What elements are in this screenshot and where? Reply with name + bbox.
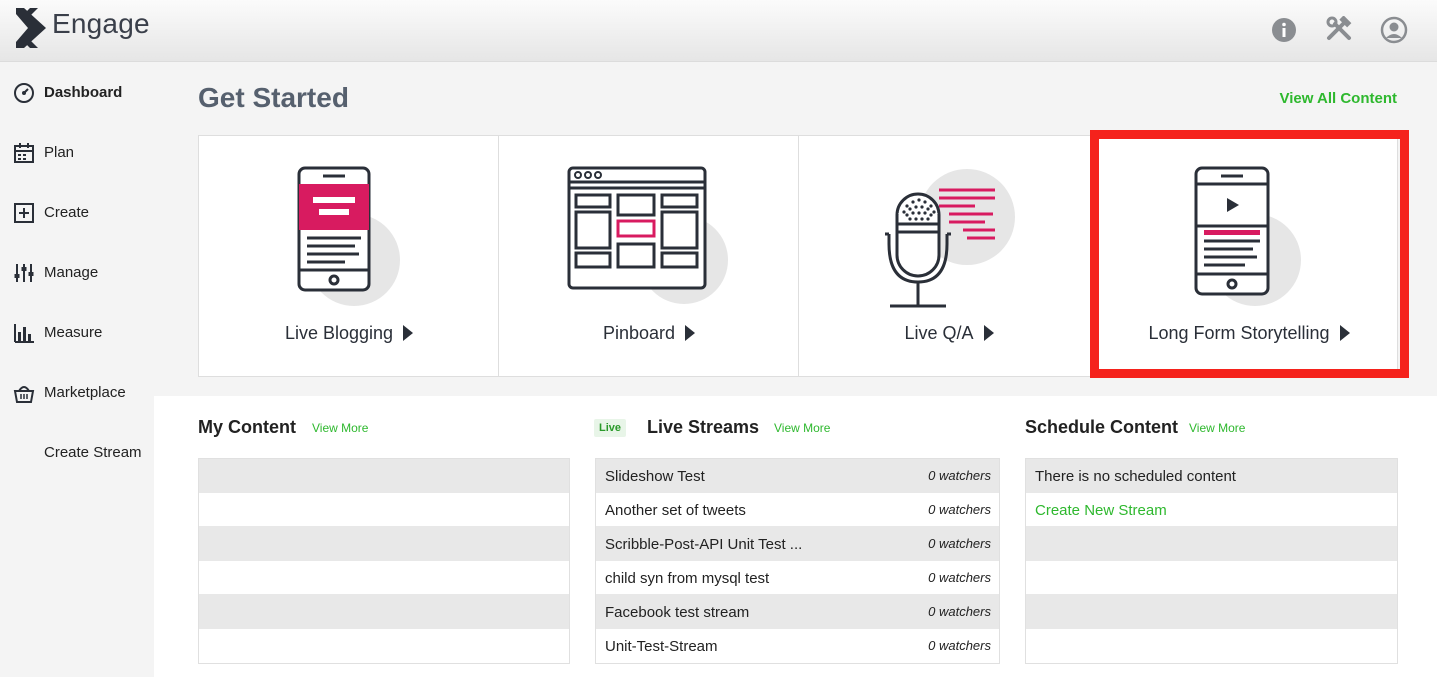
phone-video-illustration	[1194, 166, 1301, 306]
stream-title[interactable]: Facebook test stream	[605, 604, 749, 621]
card-pinboard[interactable]: Pinboard	[499, 136, 799, 376]
sidebar-item-label: Plan	[44, 144, 75, 161]
sidebar-item-label: Marketplace	[44, 384, 126, 401]
stream-title[interactable]: Scribble-Post-API Unit Test ...	[605, 536, 802, 553]
list-item[interactable]: Slideshow Test 0 watchers	[596, 459, 999, 493]
sidebar-item-measure[interactable]: Measure	[0, 312, 154, 352]
schedule-view-more-link[interactable]: View More	[1189, 421, 1245, 435]
list-item[interactable]: Scribble-Post-API Unit Test ... 0 watcher…	[596, 527, 999, 561]
list-item: There is no scheduled content	[1026, 459, 1397, 493]
plus-square-icon	[14, 203, 34, 223]
list-item[interactable]: Another set of tweets 0 watchers	[596, 493, 999, 527]
sidebar-item-manage[interactable]: Manage	[0, 252, 154, 292]
card-live-blogging[interactable]: Live Blogging	[199, 136, 499, 376]
top-icon-group	[1268, 14, 1409, 45]
sidebar-item-label: Measure	[44, 324, 103, 341]
card-label: Pinboard	[499, 323, 799, 344]
play-arrow-icon	[685, 325, 696, 341]
list-item[interactable]: Unit-Test-Stream 0 watchers	[596, 629, 999, 663]
view-all-content-link[interactable]: View All Content	[1279, 90, 1397, 107]
sidebar-item-create-stream[interactable]: Create Stream	[0, 432, 154, 472]
list-item[interactable]: child syn from mysql test 0 watchers	[596, 561, 999, 595]
tools-icon[interactable]	[1323, 14, 1354, 45]
list-item	[1026, 629, 1397, 663]
page-title: Get Started	[198, 82, 349, 113]
list-item	[1026, 595, 1397, 629]
engage-logo-icon[interactable]	[16, 8, 46, 48]
play-arrow-icon	[403, 325, 414, 341]
sidebar-item-label: Dashboard	[44, 84, 123, 101]
sidebar-item-plan[interactable]: Plan	[0, 132, 154, 172]
create-new-stream-link[interactable]: Create New Stream	[1035, 502, 1167, 519]
list-item[interactable]: Facebook test stream 0 watchers	[596, 595, 999, 629]
card-label: Live Q/A	[799, 323, 1099, 344]
sidebar: Dashboard Plan Create Manage Measure Mar…	[0, 62, 154, 677]
microphone-illustration	[885, 169, 1015, 308]
list-item	[199, 493, 569, 527]
stream-title[interactable]: Another set of tweets	[605, 502, 746, 519]
calendar-icon	[14, 143, 34, 163]
info-icon[interactable]	[1268, 14, 1299, 45]
live-streams-list: Slideshow Test 0 watchers Another set of …	[595, 458, 1000, 664]
card-label: Long Form Storytelling	[1099, 323, 1399, 344]
card-live-qa[interactable]: Live Q/A	[799, 136, 1099, 376]
schedule-content-title: Schedule Content	[1025, 417, 1179, 437]
card-label: Live Blogging	[199, 323, 499, 344]
phone-blog-illustration	[297, 166, 400, 306]
card-label-text: Live Q/A	[904, 323, 974, 343]
sidebar-item-create[interactable]: Create	[0, 192, 154, 232]
play-arrow-icon	[983, 325, 994, 341]
get-started-cards: Live Blogging Pinboard Live Q/A Long For…	[198, 135, 1398, 377]
card-label-text: Long Form Storytelling	[1148, 323, 1330, 343]
dashboard-icon	[14, 83, 34, 103]
my-content-title: My Content	[198, 417, 296, 437]
list-item	[1026, 527, 1397, 561]
card-label-text: Live Blogging	[284, 323, 394, 343]
browser-grid-illustration	[567, 166, 728, 304]
sidebar-item-dashboard[interactable]: Dashboard	[0, 72, 154, 112]
watchers-count: 0 watchers	[928, 570, 991, 585]
stream-title[interactable]: Unit-Test-Stream	[605, 638, 718, 655]
empty-schedule-text: There is no scheduled content	[1035, 468, 1236, 485]
sidebar-item-marketplace[interactable]: Marketplace	[0, 372, 154, 412]
basket-icon	[13, 386, 35, 403]
card-label-text: Pinboard	[602, 323, 676, 343]
list-item	[199, 629, 569, 663]
list-item: Create New Stream	[1026, 493, 1397, 527]
list-item	[199, 459, 569, 493]
watchers-count: 0 watchers	[928, 468, 991, 483]
live-streams-title: Live Streams	[647, 417, 760, 437]
watchers-count: 0 watchers	[928, 638, 991, 653]
list-item	[199, 527, 569, 561]
list-item	[199, 595, 569, 629]
top-bar: Engage	[0, 0, 1437, 62]
my-content-list	[198, 458, 570, 664]
sidebar-item-label: Create	[44, 204, 90, 221]
sidebar-item-label: Create Stream	[44, 444, 142, 461]
watchers-count: 0 watchers	[928, 502, 991, 517]
play-arrow-icon	[1339, 325, 1350, 341]
my-content-view-more-link[interactable]: View More	[312, 421, 368, 435]
bar-chart-icon	[14, 324, 34, 343]
account-icon[interactable]	[1378, 14, 1409, 45]
stream-title[interactable]: child syn from mysql test	[605, 570, 769, 587]
watchers-count: 0 watchers	[928, 604, 991, 619]
stream-title[interactable]: Slideshow Test	[605, 468, 705, 485]
list-item	[199, 561, 569, 595]
brand-name[interactable]: Engage	[52, 8, 150, 40]
live-streams-view-more-link[interactable]: View More	[774, 421, 830, 435]
card-long-form-storytelling[interactable]: Long Form Storytelling	[1099, 136, 1399, 376]
sliders-icon	[14, 264, 34, 282]
schedule-content-list: There is no scheduled content Create New…	[1025, 458, 1398, 664]
list-item	[1026, 561, 1397, 595]
watchers-count: 0 watchers	[928, 536, 991, 551]
sidebar-item-label: Manage	[44, 264, 99, 281]
live-badge: Live	[594, 419, 626, 437]
